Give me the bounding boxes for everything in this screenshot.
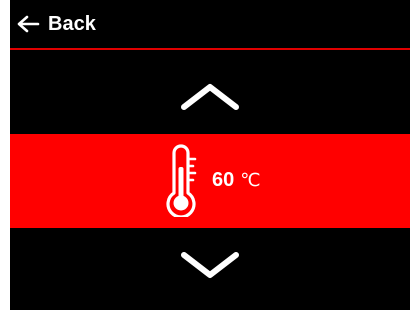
- header-divider: [10, 48, 410, 50]
- decrease-temperature-button[interactable]: [175, 248, 245, 288]
- thermostat-screen: Back 60 ℃: [10, 0, 410, 310]
- temperature-unit: ℃: [240, 169, 261, 191]
- temperature-value: 60: [212, 168, 235, 191]
- back-button[interactable]: Back: [16, 9, 96, 39]
- increase-temperature-button[interactable]: [175, 78, 245, 118]
- thermometer-icon: [162, 143, 202, 217]
- temperature-readout: 60 ℃: [162, 142, 260, 218]
- back-label: Back: [48, 13, 96, 35]
- chevron-up-icon: [178, 79, 242, 118]
- arrow-left-icon: [16, 14, 40, 34]
- header-bar: Back: [10, 0, 410, 48]
- temperature-display-band: 60 ℃: [10, 134, 410, 228]
- chevron-down-icon: [178, 249, 242, 288]
